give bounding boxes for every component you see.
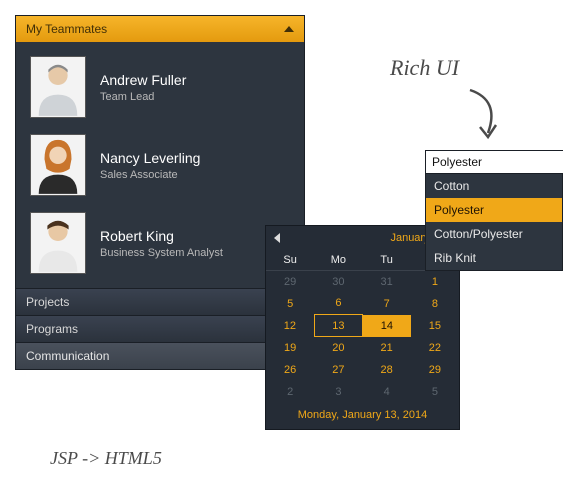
accordion-header-label: Projects — [26, 295, 69, 309]
calendar-day[interactable]: 5 — [266, 293, 314, 315]
accordion-header-programs[interactable]: Programs — [16, 315, 304, 342]
combo-option[interactable]: Cotton/Polyester — [426, 222, 562, 246]
combo-option[interactable]: Cotton — [426, 174, 562, 198]
calendar-day[interactable]: 31 — [363, 271, 411, 293]
teammates-list: Andrew Fuller Team Lead Nancy Leverling … — [16, 42, 304, 288]
calendar-day[interactable]: 21 — [363, 337, 411, 359]
dow-label: Mo — [314, 250, 362, 271]
teammates-panel: My Teammates Andrew Fuller Team Lead Nan… — [15, 15, 305, 370]
calendar-day[interactable]: 15 — [411, 315, 459, 337]
teammate-role: Sales Associate — [100, 169, 200, 181]
calendar-grid: Su Mo Tu We 2930311567812131415192021222… — [266, 250, 459, 403]
teammate-info: Nancy Leverling Sales Associate — [100, 150, 200, 181]
calendar-day[interactable]: 13 — [314, 315, 362, 337]
calendar-day[interactable]: 30 — [314, 271, 362, 293]
teammate-name: Andrew Fuller — [100, 72, 186, 88]
combo-option[interactable]: Rib Knit — [426, 246, 562, 270]
calendar-day[interactable]: 3 — [314, 381, 362, 403]
calendar-day[interactable]: 8 — [411, 293, 459, 315]
combo-field — [425, 150, 563, 174]
list-item[interactable]: Nancy Leverling Sales Associate — [16, 126, 304, 204]
accordion-header-projects[interactable]: Projects — [16, 288, 304, 315]
calendar-day[interactable]: 26 — [266, 359, 314, 381]
list-item[interactable]: Robert King Business System Analyst — [16, 204, 304, 282]
collapse-icon — [284, 26, 294, 32]
dow-label: Su — [266, 250, 314, 271]
calendar-day[interactable]: 27 — [314, 359, 362, 381]
calendar-day[interactable]: 6 — [314, 293, 362, 315]
calendar-day[interactable]: 29 — [411, 359, 459, 381]
combo-input[interactable] — [426, 151, 580, 173]
calendar-day[interactable]: 22 — [411, 337, 459, 359]
avatar — [30, 134, 86, 196]
calendar-day[interactable]: 1 — [411, 271, 459, 293]
combo-dropdown: CottonPolyesterCotton/PolyesterRib Knit — [425, 174, 563, 271]
calendar-day[interactable]: 28 — [363, 359, 411, 381]
accordion-header-teammates[interactable]: My Teammates — [16, 16, 304, 42]
arrow-icon — [460, 85, 510, 145]
calendar-day[interactable]: 2 — [266, 381, 314, 403]
accordion-header-label: Communication — [26, 349, 109, 363]
accordion-header-label: Programs — [26, 322, 78, 336]
calendar-day[interactable]: 7 — [363, 293, 411, 315]
accordion-header-communication[interactable]: Communication — [16, 342, 304, 369]
teammate-name: Nancy Leverling — [100, 150, 200, 166]
annotation-rich-ui: Rich UI — [390, 55, 459, 81]
calendar-footer[interactable]: Monday, January 13, 2014 — [266, 403, 459, 429]
calendar-day[interactable]: 5 — [411, 381, 459, 403]
accordion-header-label: My Teammates — [26, 22, 107, 36]
teammate-info: Andrew Fuller Team Lead — [100, 72, 186, 103]
teammate-name: Robert King — [100, 228, 223, 244]
teammate-role: Business System Analyst — [100, 247, 223, 259]
avatar — [30, 212, 86, 274]
teammate-role: Team Lead — [100, 91, 186, 103]
calendar-day[interactable]: 12 — [266, 315, 314, 337]
calendar-day[interactable]: 4 — [363, 381, 411, 403]
avatar — [30, 56, 86, 118]
calendar-day[interactable]: 29 — [266, 271, 314, 293]
combo-option[interactable]: Polyester — [426, 198, 562, 222]
list-item[interactable]: Andrew Fuller Team Lead — [16, 48, 304, 126]
calendar-day[interactable]: 19 — [266, 337, 314, 359]
dow-label: Tu — [363, 250, 411, 271]
material-combobox: CottonPolyesterCotton/PolyesterRib Knit — [425, 150, 563, 271]
calendar-day[interactable]: 14 — [363, 315, 411, 337]
calendar-day[interactable]: 20 — [314, 337, 362, 359]
annotation-jsp-html5: JSP -> HTML5 — [50, 448, 162, 469]
teammate-info: Robert King Business System Analyst — [100, 228, 223, 259]
